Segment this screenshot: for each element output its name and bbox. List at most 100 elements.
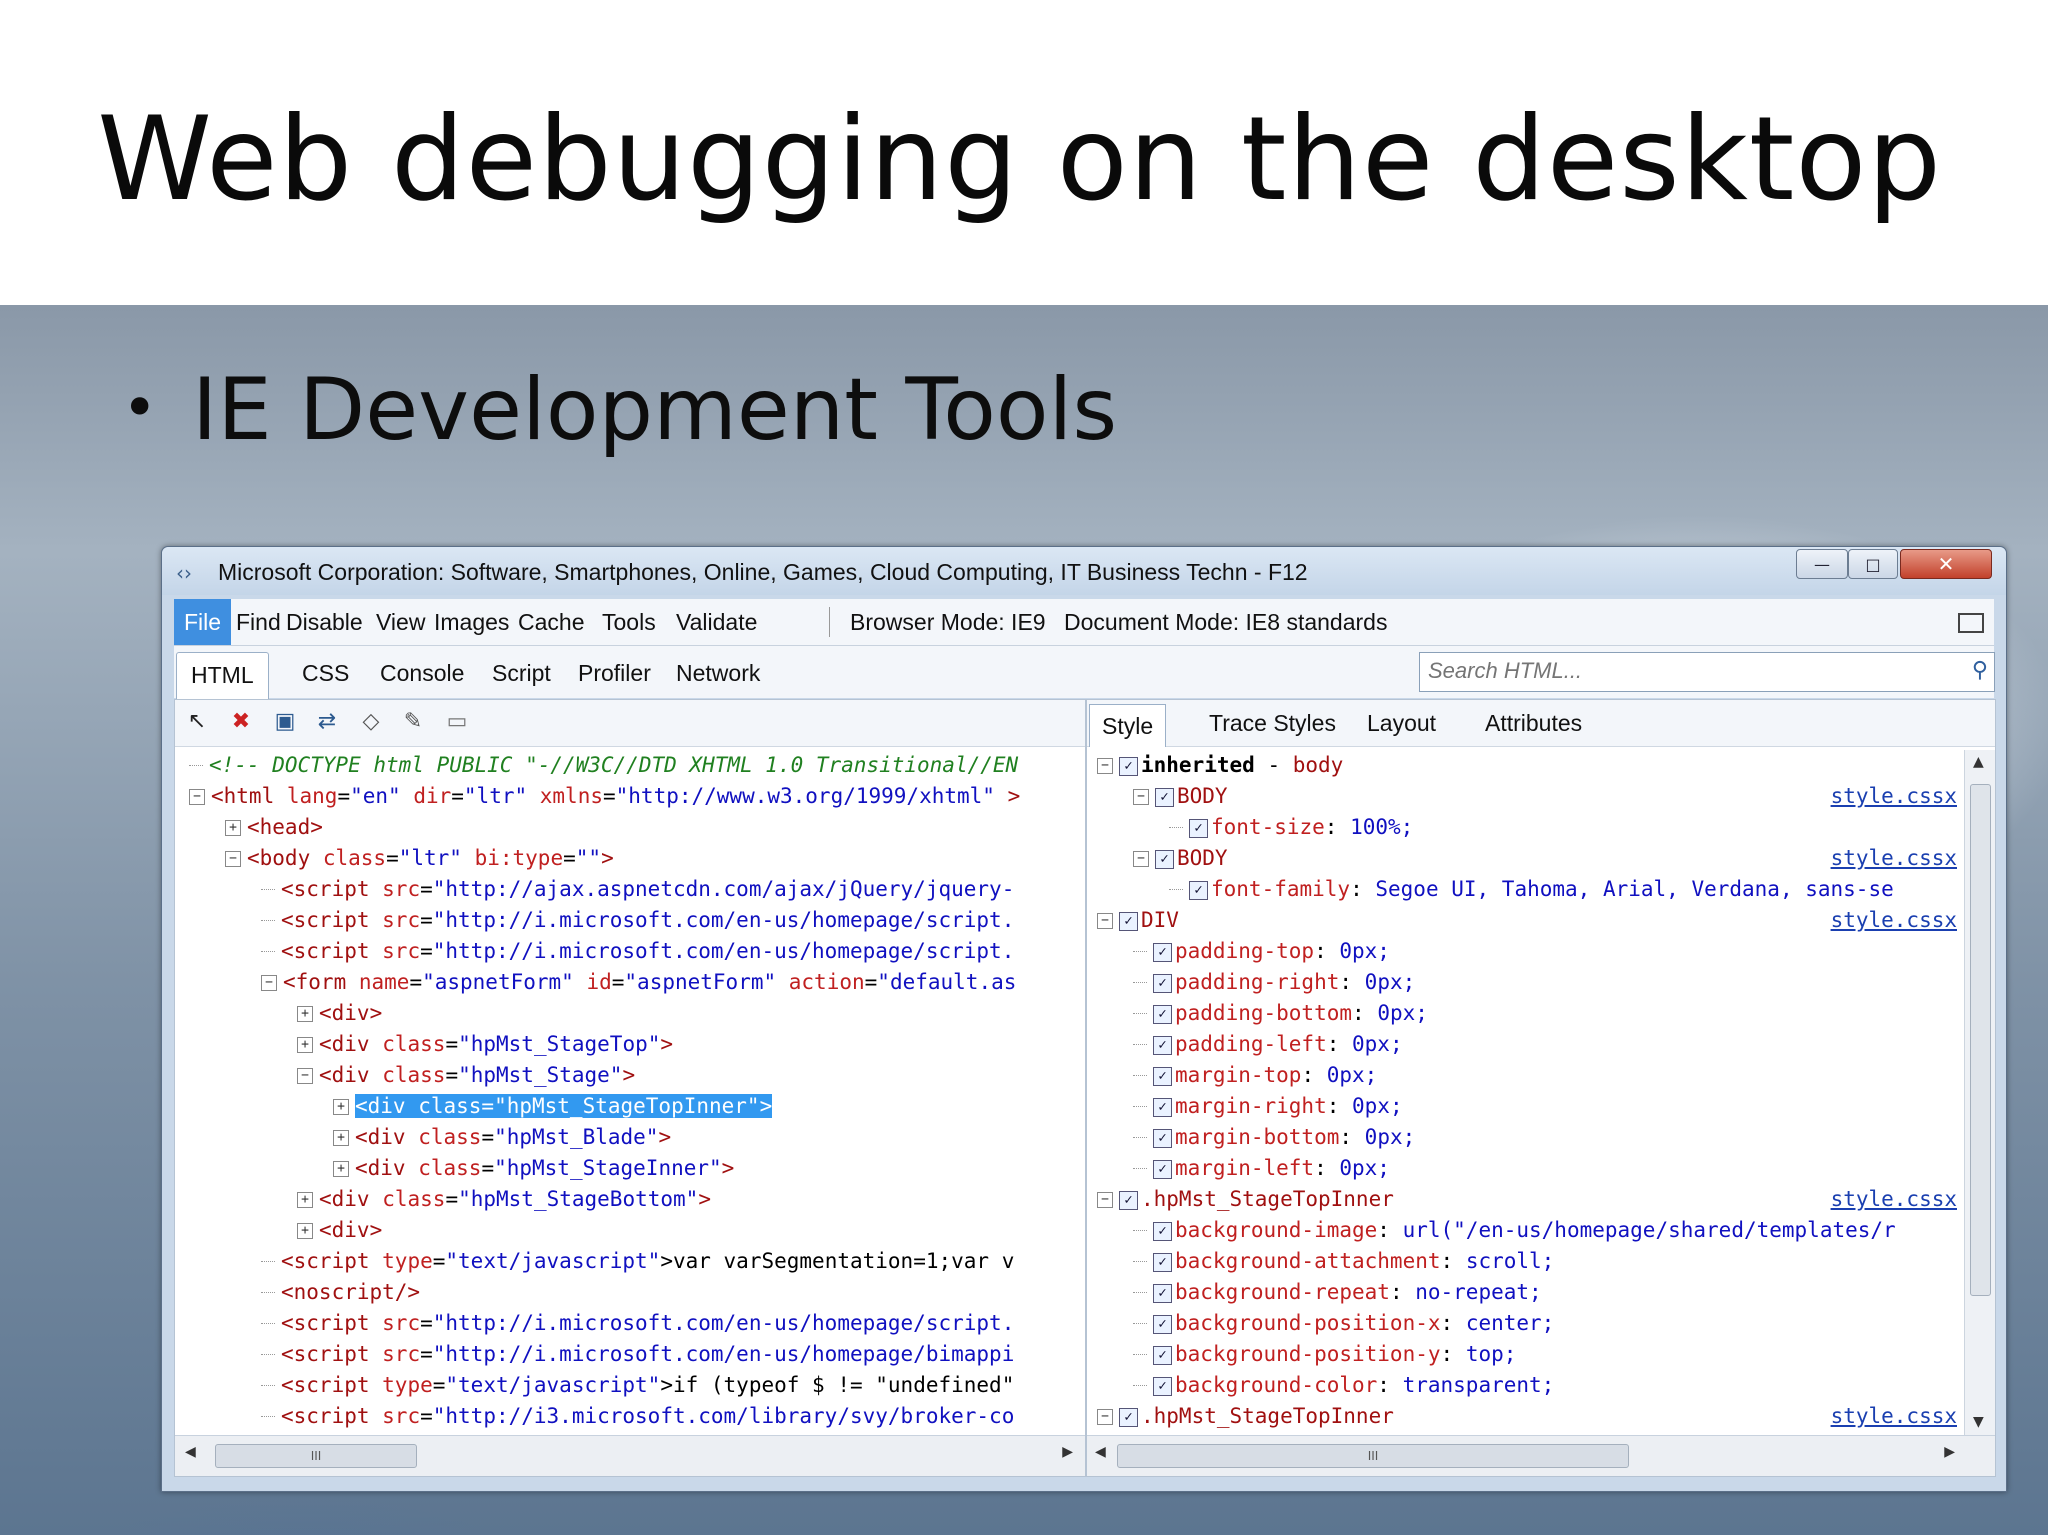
search-icon[interactable]: ⚲ [1972,658,1988,683]
word-wrap-icon[interactable]: ▭ [443,708,471,736]
collapse-icon[interactable]: − [189,789,205,805]
dom-node-row[interactable]: <script type="text/javascript">var varSe… [261,1246,1014,1277]
rule-checkbox[interactable]: ✓ [1153,1283,1172,1303]
tab-css[interactable]: CSS [302,660,349,687]
tab-script[interactable]: Script [492,660,551,687]
expand-icon[interactable]: + [297,1006,313,1022]
window-titlebar[interactable]: ‹› Microsoft Corporation: Software, Smar… [162,547,2006,595]
rule-checkbox[interactable]: ✓ [1155,787,1174,807]
dom-node-row[interactable]: + <div> [297,998,382,1029]
scroll-down-icon[interactable]: ▼ [1973,1414,1984,1430]
menu-images[interactable]: Images [434,609,509,636]
collapse-icon[interactable]: − [1097,1192,1113,1208]
dom-node-row[interactable]: <script type="text/javascript">if (typeo… [261,1370,1014,1401]
menu-browser-mode[interactable]: Browser Mode: IE9 [850,609,1046,636]
tab-console[interactable]: Console [380,660,464,687]
collapse-icon[interactable]: − [1097,913,1113,929]
select-element-icon[interactable]: ↖ [183,708,211,736]
edit-icon[interactable]: ✎ [399,708,427,736]
dom-node-row[interactable]: <script src="http://ajax.aspnetcdn.com/a… [261,874,1014,905]
expand-icon[interactable]: + [297,1037,313,1053]
dom-node-row[interactable]: + <div> [297,1215,382,1246]
dom-node-row[interactable]: <script src="http://i.microsoft.com/en-u… [261,1339,1014,1370]
dom-node-row[interactable]: + <div class="hpMst_Blade"> [333,1122,671,1153]
rule-checkbox[interactable]: ✓ [1119,756,1138,776]
rule-checkbox[interactable]: ✓ [1153,1159,1172,1179]
scroll-thumb[interactable]: III [215,1444,417,1468]
menu-view[interactable]: View [376,609,425,636]
scroll-left-icon[interactable]: ◀ [185,1444,196,1460]
expand-icon[interactable]: + [333,1161,349,1177]
rule-checkbox[interactable]: ✓ [1153,1128,1172,1148]
tab-html[interactable]: HTML [176,652,269,699]
stylesheet-link[interactable]: style.cssx [1831,905,1957,936]
scroll-left-icon[interactable]: ◀ [1095,1444,1106,1460]
rule-checkbox[interactable]: ✓ [1119,1190,1138,1210]
expand-icon[interactable]: + [333,1130,349,1146]
expand-icon[interactable]: + [297,1223,313,1239]
dom-node-row[interactable]: <noscript/> [261,1277,420,1308]
scroll-thumb[interactable]: III [1117,1444,1629,1468]
collapse-icon[interactable]: − [297,1068,313,1084]
left-horizontal-scrollbar[interactable]: ◀ III ▶ [175,1435,1085,1476]
tab-profiler[interactable]: Profiler [578,660,651,687]
rule-checkbox[interactable]: ✓ [1153,1345,1172,1365]
dom-node-row[interactable]: <!-- DOCTYPE html PUBLIC "-//W3C//DTD XH… [189,750,1018,781]
rule-checkbox[interactable]: ✓ [1155,849,1174,869]
vertical-scroll-thumb[interactable] [1970,784,1991,1296]
maximize-button[interactable]: □ [1848,549,1898,579]
stylesheet-link[interactable]: style.cssx [1831,1184,1957,1215]
search-input[interactable] [1420,653,1956,689]
menu-find[interactable]: Find [236,609,281,636]
tab-attributes[interactable]: Attributes [1485,710,1582,737]
dom-node-row[interactable]: <script src="http://i.microsoft.com/en-u… [261,936,1014,967]
dom-node-row[interactable]: <script src="http://i3.microsoft.com/lib… [261,1401,1014,1430]
rule-checkbox[interactable]: ✓ [1153,1221,1172,1241]
menu-tools[interactable]: Tools [602,609,656,636]
rule-checkbox[interactable]: ✓ [1153,1314,1172,1334]
rule-checkbox[interactable]: ✓ [1153,1004,1172,1024]
tab-style[interactable]: Style [1089,704,1167,747]
restore-pane-icon[interactable] [1958,613,1984,633]
rule-checkbox[interactable]: ✓ [1153,973,1172,993]
expand-icon[interactable]: + [333,1099,349,1115]
dom-node-row[interactable]: + <div class="hpMst_StageTopInner"> [333,1091,773,1122]
rule-checkbox[interactable]: ✓ [1189,880,1208,900]
close-button[interactable]: ✕ [1900,549,1992,579]
dom-node-row[interactable]: <script src="http://i.microsoft.com/en-u… [261,905,1014,936]
scroll-right-icon[interactable]: ▶ [1944,1444,1955,1460]
rule-checkbox[interactable]: ✓ [1153,1066,1172,1086]
search-box[interactable]: ⚲ [1419,652,1995,692]
dom-node-row[interactable]: − <body class="ltr" bi:type=""> [225,843,614,874]
clear-outlines-icon[interactable]: ✖ [227,708,255,736]
rule-checkbox[interactable]: ✓ [1119,1407,1138,1427]
collapse-icon[interactable]: − [225,851,241,867]
scroll-right-icon[interactable]: ▶ [1062,1444,1073,1460]
dom-node-row[interactable]: + <div class="hpMst_StageTop"> [297,1029,673,1060]
style-vertical-scrollbar[interactable]: ▲ ▼ [1964,750,1995,1436]
rule-checkbox[interactable]: ✓ [1153,1097,1172,1117]
stylesheet-link[interactable]: style.cssx [1831,1401,1957,1432]
menu-validate[interactable]: Validate [676,609,757,636]
collapse-icon[interactable]: − [1133,851,1149,867]
rule-checkbox[interactable]: ✓ [1153,1252,1172,1272]
rule-checkbox[interactable]: ✓ [1119,911,1138,931]
rule-checkbox[interactable]: ✓ [1153,942,1172,962]
rule-checkbox[interactable]: ✓ [1189,818,1208,838]
expand-icon[interactable]: + [225,820,241,836]
dom-node-row[interactable]: − <form name="aspnetForm" id="aspnetForm"… [261,967,1016,998]
expand-icon[interactable]: + [297,1192,313,1208]
rule-checkbox[interactable]: ✓ [1153,1376,1172,1396]
menu-file[interactable]: File [174,599,232,645]
stylesheet-link[interactable]: style.cssx [1831,843,1957,874]
tab-trace-styles[interactable]: Trace Styles [1209,710,1336,737]
dom-node-row[interactable]: − <html lang="en" dir="ltr" xmlns="http:/… [189,781,1020,812]
style-horizontal-scrollbar[interactable]: ◀ III ▶ [1087,1435,1995,1476]
save-icon[interactable]: ▣ [271,708,299,736]
minimize-button[interactable]: — [1796,549,1848,579]
dom-node-row[interactable]: − <div class="hpMst_Stage"> [297,1060,635,1091]
element-source-icon[interactable]: ◇ [357,708,385,736]
collapse-icon[interactable]: − [1097,758,1113,774]
menu-document-mode[interactable]: Document Mode: IE8 standards [1064,609,1387,636]
menu-cache[interactable]: Cache [518,609,584,636]
